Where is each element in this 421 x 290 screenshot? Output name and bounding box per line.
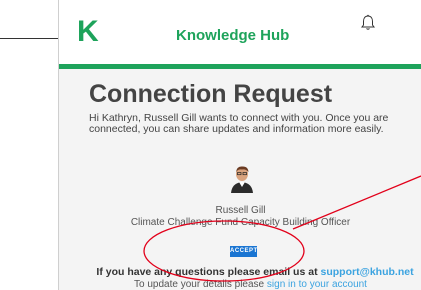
top-divider-line xyxy=(0,38,58,39)
sender-role: Climate Challenge Fund Capacity Building… xyxy=(130,217,351,228)
questions-text: If you have any questions please email u… xyxy=(96,266,321,278)
intro-text: Hi Kathryn, Russell Gill wants to connec… xyxy=(89,112,389,135)
bell-icon[interactable] xyxy=(360,14,376,32)
questions-line: If you have any questions please email u… xyxy=(59,266,421,278)
sender-name: Russell Gill xyxy=(215,205,266,216)
email-header: K Knowledge Hub xyxy=(59,0,421,64)
logo: K xyxy=(77,15,99,48)
avatar xyxy=(229,163,255,193)
update-details-line: To update your details please sign in to… xyxy=(59,279,421,290)
support-email-link[interactable]: support@khub.net xyxy=(321,266,414,278)
email-card: K Knowledge Hub Connection Request Hi Ka… xyxy=(58,0,421,290)
accept-button[interactable]: ACCEPT xyxy=(230,246,257,257)
sign-in-link[interactable]: sign in to your account xyxy=(267,279,367,290)
brand-title: Knowledge Hub xyxy=(176,27,290,44)
update-text: To update your details please xyxy=(134,279,267,290)
header-accent-bar xyxy=(59,64,421,69)
page-title: Connection Request xyxy=(89,80,333,108)
